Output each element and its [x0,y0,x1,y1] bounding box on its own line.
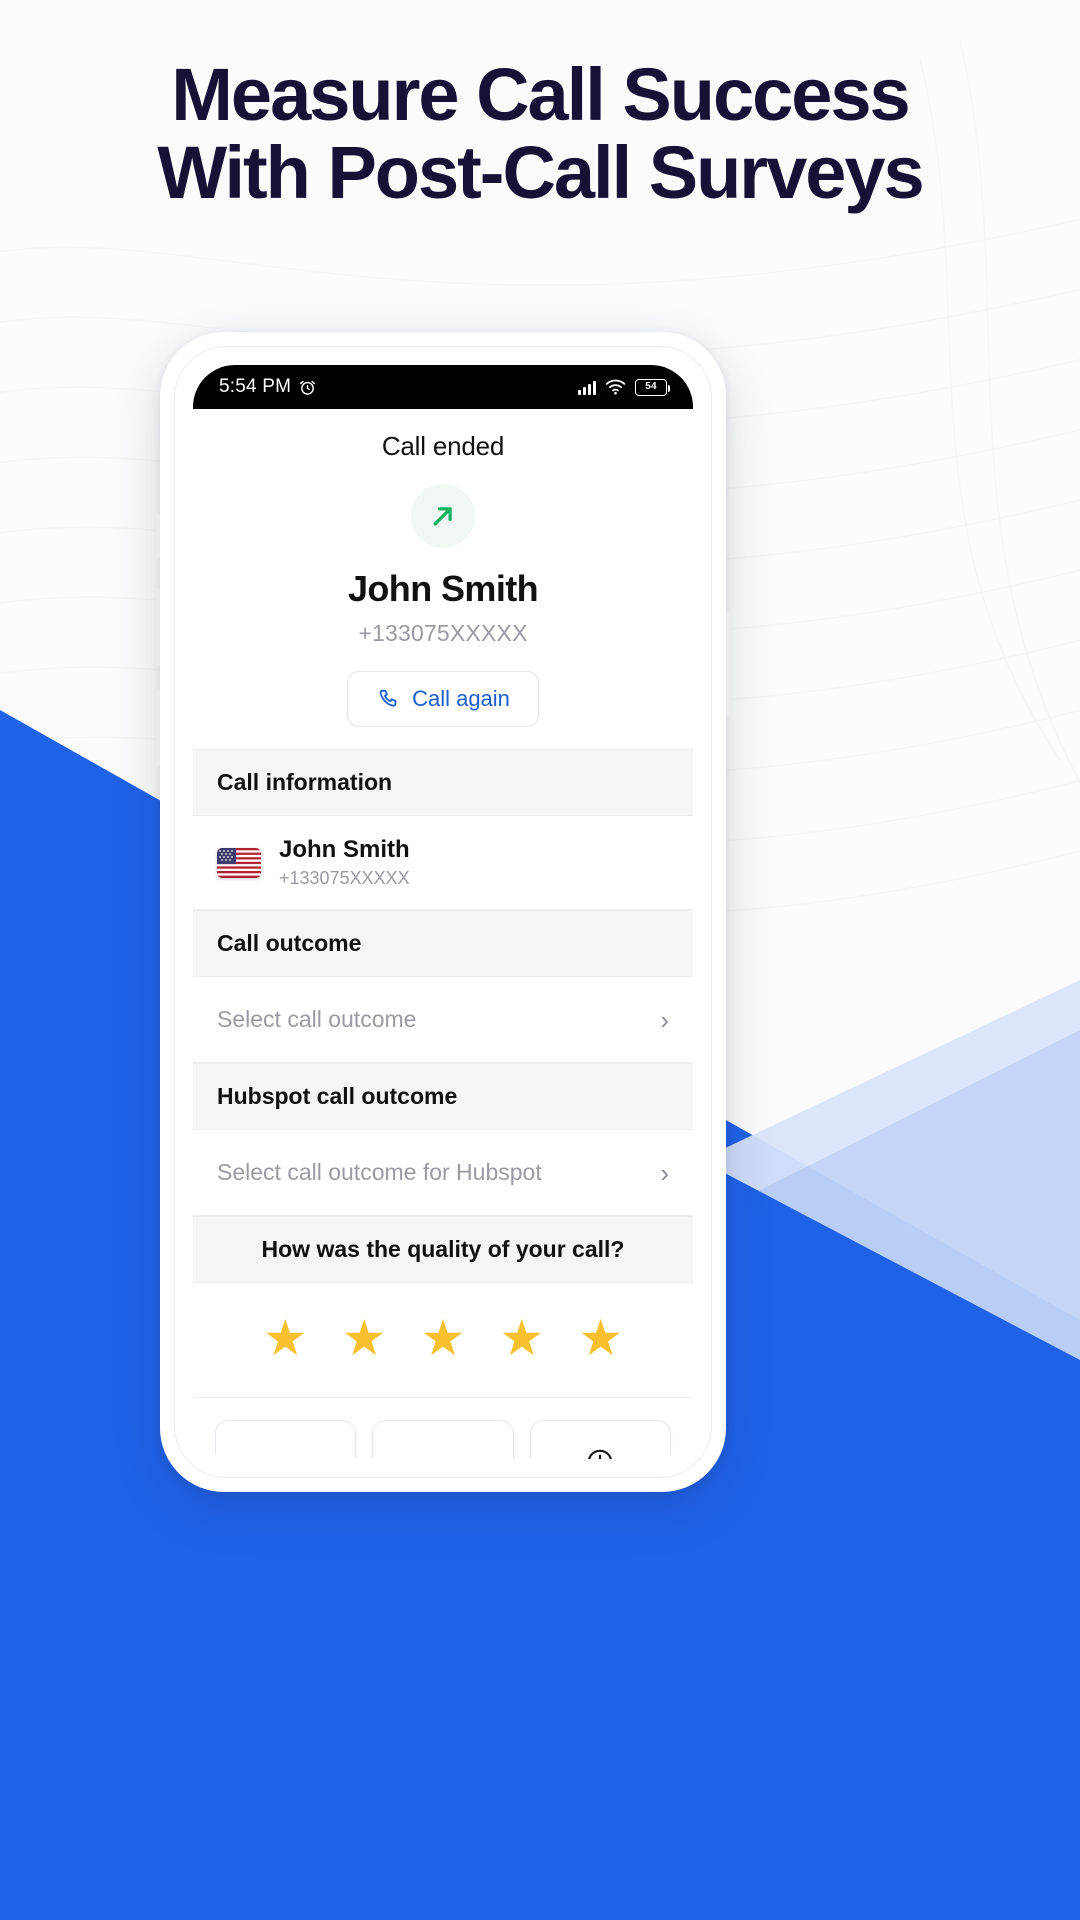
phone-bezel: 5:54 PM 54 Call ended John Smith +133075… [174,346,712,1478]
call-status-title: Call ended [381,431,505,461]
star-rating[interactable]: ★ ★ ★ ★ ★ [193,1283,693,1398]
battery-icon: 54 [635,378,670,396]
star-5[interactable]: ★ [578,1313,623,1363]
section-header-hubspot-call-outcome: Hubspot call outcome [193,1063,693,1130]
headline-line-1: Measure Call Success [171,53,910,136]
contact-row-number: +133075XXXXX [279,868,410,888]
chevron-right-icon: › [660,1004,669,1035]
call-again-label: Call again [412,686,510,711]
us-flag-icon [217,847,261,878]
battery-level: 54 [645,381,657,392]
status-bar-time: 5:54 PM [219,376,292,397]
alarm-clock-icon [300,380,316,395]
quick-actions: Add notes Send SMS S [193,1398,693,1459]
contact-name: John Smith [348,568,539,609]
chevron-right-icon: › [660,1157,669,1188]
cellular-signal-icon [578,380,596,395]
hubspot-call-outcome-select[interactable]: Select call outcome for Hubspot › [193,1130,693,1216]
phone-screen: 5:54 PM 54 Call ended John Smith +133075… [193,365,693,1459]
phone-mockup: 5:54 PM 54 Call ended John Smith +133075… [155,332,731,1492]
star-3[interactable]: ★ [421,1313,466,1363]
call-outcome-select[interactable]: Select call outcome › [193,977,693,1063]
wifi-icon [605,379,626,395]
star-2[interactable]: ★ [342,1313,387,1363]
phone-power-button [726,612,731,716]
status-bar: 5:54 PM 54 [193,365,693,409]
call-summary-header: Call ended John Smith +133075XXXXX Call … [193,409,693,727]
headline-line-2: With Post-Call Surveys [157,131,924,215]
star-4[interactable]: ★ [499,1313,544,1363]
schedule-follow-up-call-button[interactable]: Schedule follow-up call [529,1420,671,1459]
phone-volume-up-button [155,588,160,666]
section-header-call-information: Call information [193,749,693,816]
contact-row-name: John Smith [279,836,410,863]
contact-number: +133075XXXXX [358,620,528,646]
clock-icon [588,1449,613,1459]
star-1[interactable]: ★ [263,1313,308,1363]
section-header-call-outcome: Call outcome [193,910,693,977]
outgoing-call-arrow-icon [411,484,475,548]
add-notes-button[interactable]: Add notes [215,1420,357,1459]
section-header-quality-survey: How was the quality of your call? [193,1216,693,1283]
hubspot-call-outcome-placeholder: Select call outcome for Hubspot [217,1159,542,1185]
phone-mute-switch [155,514,160,558]
page-title: Measure Call Success With Post-Call Surv… [0,53,1080,215]
contact-row[interactable]: John Smith +133075XXXXX [193,816,693,910]
call-outcome-placeholder: Select call outcome [217,1006,417,1032]
call-details-list: Call information John Smith +133075XXXXX… [193,749,693,1398]
send-sms-button[interactable]: Send SMS [372,1420,514,1459]
call-again-button[interactable]: Call again [347,671,539,727]
phone-volume-down-button [155,688,160,766]
phone-icon [379,689,397,707]
